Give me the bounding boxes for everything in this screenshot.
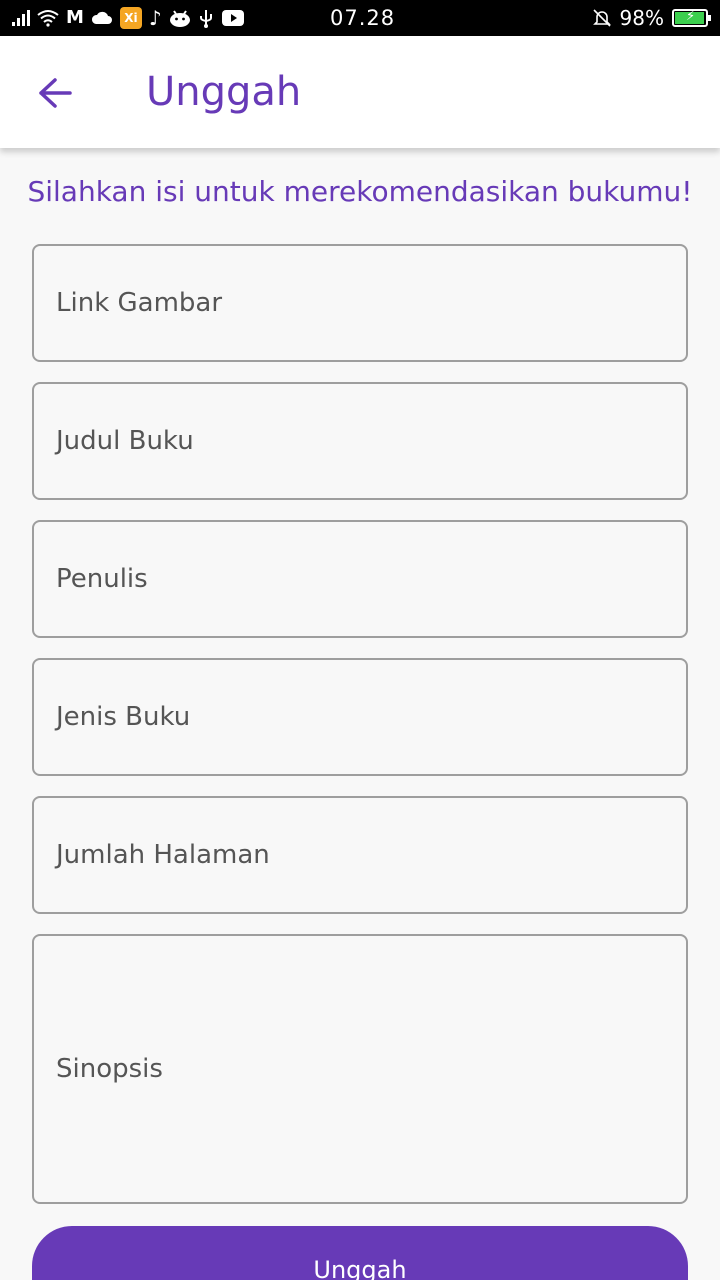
arrow-left-icon [39,78,72,108]
battery-icon: ⚡ [672,9,711,27]
cloud-icon [91,11,112,24]
jenis-buku-placeholder: Jenis Buku [56,702,191,732]
app-icon: Xi [119,7,142,29]
battery-percent: 98% [619,6,664,30]
penulis-placeholder: Penulis [56,564,148,594]
penulis-field[interactable]: Penulis [32,520,688,638]
judul-buku-placeholder: Judul Buku [56,426,194,456]
mute-bell-icon [592,9,611,27]
app-bar: Unggah [0,36,720,148]
tiktok-icon: ♪ [148,6,162,30]
form-subtitle: Silahkan isi untuk merekomendasikan buku… [27,175,693,208]
sinopsis-placeholder: Sinopsis [56,1054,163,1084]
link-gambar-field[interactable]: Link Gambar [32,244,688,362]
jumlah-halaman-placeholder: Jumlah Halaman [56,840,270,870]
unggah-button-label: Unggah [313,1256,407,1280]
jenis-buku-field[interactable]: Jenis Buku [32,658,688,776]
status-icons-left: M Xi ♪ [12,6,245,30]
link-gambar-placeholder: Link Gambar [56,288,223,318]
judul-buku-field[interactable]: Judul Buku [32,382,688,500]
gmail-icon: M [66,7,84,28]
status-time: 07.28 [330,6,396,30]
android-icon [169,10,190,27]
back-button[interactable] [30,68,80,118]
usb-icon [199,10,212,28]
status-bar: M Xi ♪ 07.28 98% ⚡ [0,0,720,36]
unggah-button[interactable]: Unggah [32,1226,688,1280]
sinopsis-field[interactable]: Sinopsis [32,934,688,1204]
jumlah-halaman-field[interactable]: Jumlah Halaman [32,796,688,914]
wifi-icon [37,10,59,27]
page-title: Unggah [146,69,302,115]
youtube-icon [221,10,244,26]
status-icons-right: 98% ⚡ [592,6,711,30]
signal-icon [12,10,30,26]
